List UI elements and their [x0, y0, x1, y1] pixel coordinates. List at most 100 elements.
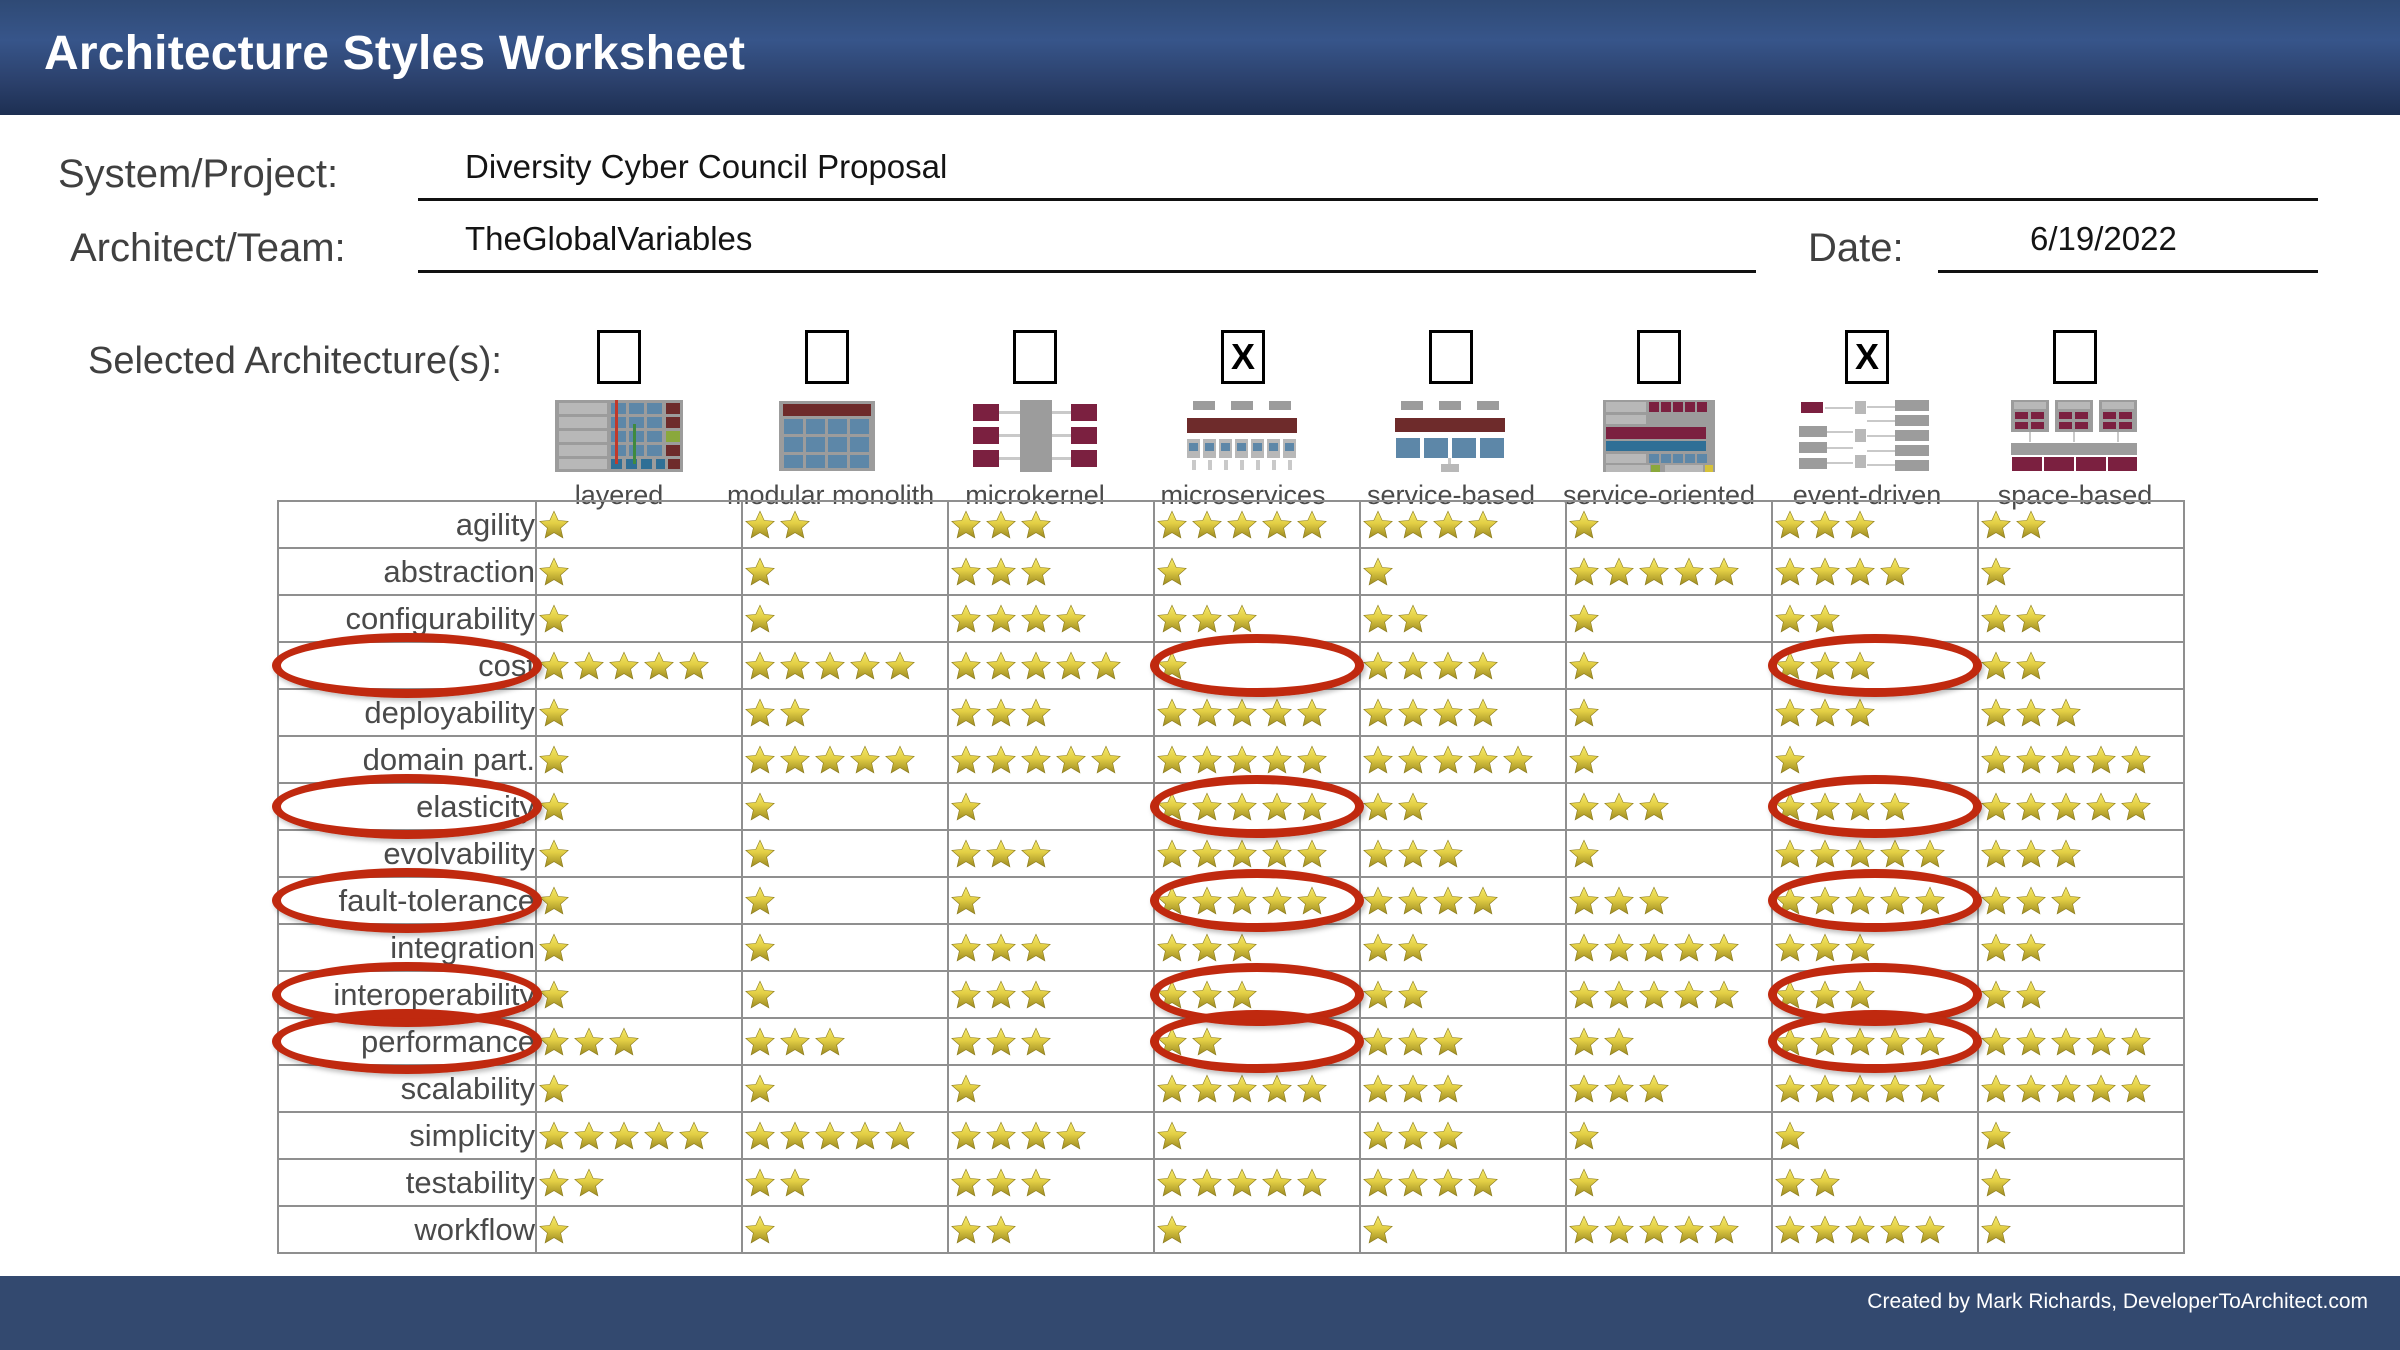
rating-cell[interactable]	[1153, 688, 1361, 737]
rating-cell[interactable]	[947, 1111, 1155, 1160]
rating-cell[interactable]	[1153, 594, 1361, 643]
rating-cell[interactable]	[1359, 547, 1567, 596]
rating-cell[interactable]	[1153, 970, 1361, 1019]
rating-cell[interactable]	[947, 594, 1155, 643]
rating-cell[interactable]	[947, 923, 1155, 972]
rating-cell[interactable]	[535, 782, 743, 831]
rating-cell[interactable]	[947, 688, 1155, 737]
rating-cell[interactable]	[947, 500, 1155, 549]
rating-cell[interactable]	[1771, 782, 1979, 831]
rating-cell[interactable]	[535, 876, 743, 925]
rating-cell[interactable]	[1565, 594, 1773, 643]
rating-cell[interactable]	[1771, 1111, 1979, 1160]
checkbox-service-based[interactable]	[1429, 330, 1473, 384]
rating-cell[interactable]	[1565, 735, 1773, 784]
rating-cell[interactable]	[741, 1111, 949, 1160]
rating-cell[interactable]	[535, 500, 743, 549]
rating-cell[interactable]	[1771, 876, 1979, 925]
rating-cell[interactable]	[1153, 829, 1361, 878]
rating-cell[interactable]	[1977, 594, 2185, 643]
rating-cell[interactable]	[1153, 876, 1361, 925]
checkbox-event-driven[interactable]: X	[1845, 330, 1889, 384]
rating-cell[interactable]	[947, 547, 1155, 596]
rating-cell[interactable]	[1565, 782, 1773, 831]
rating-cell[interactable]	[947, 735, 1155, 784]
rating-cell[interactable]	[1771, 688, 1979, 737]
rating-cell[interactable]	[1153, 1111, 1361, 1160]
rating-cell[interactable]	[1359, 923, 1567, 972]
rating-cell[interactable]	[1771, 970, 1979, 1019]
rating-cell[interactable]	[1153, 641, 1361, 690]
date-value[interactable]: 6/19/2022	[2030, 220, 2177, 258]
rating-cell[interactable]	[1565, 923, 1773, 972]
rating-cell[interactable]	[741, 1064, 949, 1113]
rating-cell[interactable]	[1565, 1064, 1773, 1113]
rating-cell[interactable]	[1977, 1205, 2185, 1254]
rating-cell[interactable]	[1359, 688, 1567, 737]
rating-cell[interactable]	[1359, 1064, 1567, 1113]
rating-cell[interactable]	[947, 782, 1155, 831]
rating-cell[interactable]	[1565, 500, 1773, 549]
rating-cell[interactable]	[1565, 1017, 1773, 1066]
rating-cell[interactable]	[535, 923, 743, 972]
rating-cell[interactable]	[535, 641, 743, 690]
rating-cell[interactable]	[535, 735, 743, 784]
rating-cell[interactable]	[1977, 923, 2185, 972]
rating-cell[interactable]	[1359, 1205, 1567, 1254]
architect-team-value[interactable]: TheGlobalVariables	[465, 220, 752, 258]
rating-cell[interactable]	[741, 1158, 949, 1207]
checkbox-microservices[interactable]: X	[1221, 330, 1265, 384]
rating-cell[interactable]	[1565, 641, 1773, 690]
rating-cell[interactable]	[1977, 1017, 2185, 1066]
rating-cell[interactable]	[1771, 1158, 1979, 1207]
rating-cell[interactable]	[1359, 1158, 1567, 1207]
rating-cell[interactable]	[1771, 1205, 1979, 1254]
rating-cell[interactable]	[535, 688, 743, 737]
rating-cell[interactable]	[1977, 500, 2185, 549]
rating-cell[interactable]	[1977, 1111, 2185, 1160]
rating-cell[interactable]	[1153, 782, 1361, 831]
rating-cell[interactable]	[1771, 641, 1979, 690]
rating-cell[interactable]	[947, 641, 1155, 690]
rating-cell[interactable]	[1153, 923, 1361, 972]
rating-cell[interactable]	[1153, 1158, 1361, 1207]
rating-cell[interactable]	[741, 500, 949, 549]
rating-cell[interactable]	[741, 735, 949, 784]
rating-cell[interactable]	[741, 1017, 949, 1066]
rating-cell[interactable]	[741, 1205, 949, 1254]
rating-cell[interactable]	[947, 1158, 1155, 1207]
rating-cell[interactable]	[1565, 1205, 1773, 1254]
rating-cell[interactable]	[741, 970, 949, 1019]
rating-cell[interactable]	[1359, 500, 1567, 549]
rating-cell[interactable]	[535, 970, 743, 1019]
rating-cell[interactable]	[947, 1205, 1155, 1254]
rating-cell[interactable]	[1771, 1064, 1979, 1113]
rating-cell[interactable]	[1153, 500, 1361, 549]
rating-cell[interactable]	[1359, 876, 1567, 925]
rating-cell[interactable]	[1977, 970, 2185, 1019]
rating-cell[interactable]	[741, 547, 949, 596]
rating-cell[interactable]	[1565, 876, 1773, 925]
rating-cell[interactable]	[535, 1017, 743, 1066]
rating-cell[interactable]	[1359, 782, 1567, 831]
rating-cell[interactable]	[947, 829, 1155, 878]
rating-cell[interactable]	[1771, 547, 1979, 596]
rating-cell[interactable]	[535, 547, 743, 596]
rating-cell[interactable]	[741, 829, 949, 878]
rating-cell[interactable]	[741, 876, 949, 925]
rating-cell[interactable]	[1977, 641, 2185, 690]
rating-cell[interactable]	[1565, 1158, 1773, 1207]
rating-cell[interactable]	[1359, 735, 1567, 784]
rating-cell[interactable]	[1565, 547, 1773, 596]
rating-cell[interactable]	[1565, 970, 1773, 1019]
rating-cell[interactable]	[1771, 735, 1979, 784]
rating-cell[interactable]	[947, 1064, 1155, 1113]
checkbox-space-based[interactable]	[2053, 330, 2097, 384]
rating-cell[interactable]	[1977, 1064, 2185, 1113]
checkbox-layered[interactable]	[597, 330, 641, 384]
rating-cell[interactable]	[1359, 1111, 1567, 1160]
rating-cell[interactable]	[1977, 688, 2185, 737]
rating-cell[interactable]	[535, 1064, 743, 1113]
rating-cell[interactable]	[535, 1111, 743, 1160]
rating-cell[interactable]	[535, 1205, 743, 1254]
